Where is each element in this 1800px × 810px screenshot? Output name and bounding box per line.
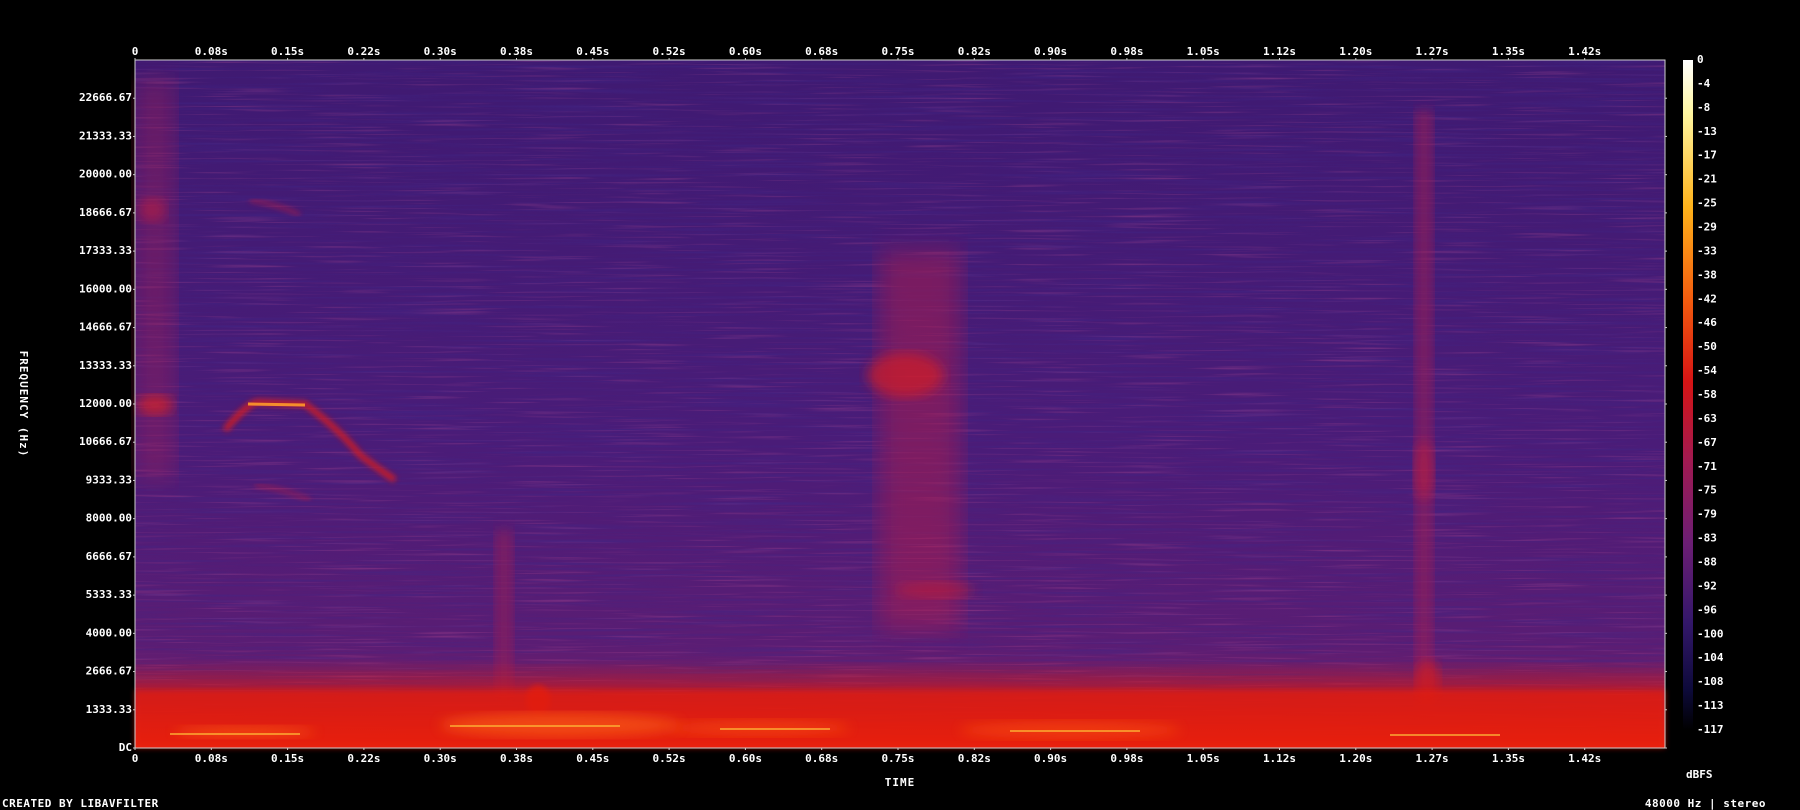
colorbar-tick: -17 xyxy=(1697,149,1717,162)
colorbar-tick: -83 xyxy=(1697,532,1717,545)
colorbar-tick: -104 xyxy=(1697,651,1724,664)
y-tick: 8000.00 xyxy=(86,512,132,525)
x-tick-top: 1.27s xyxy=(1416,45,1449,58)
y-tick: 9333.33 xyxy=(86,473,132,486)
x-tick-bottom: 0.08s xyxy=(195,752,228,765)
colorbar-tick: -117 xyxy=(1697,723,1724,736)
x-tick-top: 0.98s xyxy=(1110,45,1143,58)
x-tick-bottom: 0.30s xyxy=(424,752,457,765)
y-tick: 2666.67 xyxy=(86,665,132,678)
x-tick-bottom: 0.75s xyxy=(881,752,914,765)
x-tick-bottom: 0.60s xyxy=(729,752,762,765)
spectrogram-plot-area xyxy=(134,59,1666,749)
x-tick-bottom: 0.52s xyxy=(653,752,686,765)
colorbar-tick: -71 xyxy=(1697,460,1717,473)
x-tick-bottom: 0.82s xyxy=(958,752,991,765)
y-tick: 20000.00 xyxy=(79,168,132,181)
colorbar-tick: -113 xyxy=(1697,699,1724,712)
y-tick: 1333.33 xyxy=(86,703,132,716)
y-tick: 21333.33 xyxy=(79,129,132,142)
colorbar-tick: -4 xyxy=(1697,77,1711,90)
x-axis-top: 0 0.08s 0.15s 0.22s 0.30s 0.38s 0.45s 0.52s 0.60… xyxy=(132,45,1601,60)
colorbar-tick: -21 xyxy=(1697,173,1717,186)
y-tick: 5333.33 xyxy=(86,588,132,601)
y-tick: 10666.67 xyxy=(79,435,132,448)
colorbar-unit: dBFS xyxy=(1686,768,1713,781)
colorbar-tick: -38 xyxy=(1697,268,1717,281)
x-tick-bottom: 0.22s xyxy=(347,752,380,765)
x-tick-top: 1.05s xyxy=(1187,45,1220,58)
colorbar-tick: -67 xyxy=(1697,436,1717,449)
x-tick-top: 1.42s xyxy=(1568,45,1601,58)
y-tick: 17333.33 xyxy=(79,244,132,257)
colorbar-tick: -63 xyxy=(1697,412,1717,425)
x-tick-top: 0.30s xyxy=(424,45,457,58)
y-axis-title: FREQUENCY (Hz) xyxy=(17,351,30,458)
x-axis-title: TIME xyxy=(885,776,916,789)
y-tick: 18666.67 xyxy=(79,206,132,219)
colorbar-tick: -58 xyxy=(1697,388,1717,401)
y-tick: 12000.00 xyxy=(79,397,132,410)
x-tick-top: 0.60s xyxy=(729,45,762,58)
x-tick-top: 0.45s xyxy=(576,45,609,58)
x-tick-top: 0.90s xyxy=(1034,45,1067,58)
colorbar-tick: -75 xyxy=(1697,484,1717,497)
x-tick-top: 1.12s xyxy=(1263,45,1296,58)
x-tick-bottom: 0.38s xyxy=(500,752,533,765)
colorbar-tick: -13 xyxy=(1697,125,1717,138)
x-tick-bottom: 1.12s xyxy=(1263,752,1296,765)
colorbar-tick: -29 xyxy=(1697,221,1717,234)
y-axis-left: DC 1333.33 2666.67 4000.00 5333.33 6666.67 800… xyxy=(79,91,135,754)
y-tick: 22666.67 xyxy=(79,91,132,104)
x-tick-bottom: 0.45s xyxy=(576,752,609,765)
colorbar-tick: -96 xyxy=(1697,603,1717,616)
x-tick-bottom: 0.68s xyxy=(805,752,838,765)
colorbar-tick: -33 xyxy=(1697,244,1717,257)
x-tick-top: 0.52s xyxy=(653,45,686,58)
x-tick-bottom: 0.90s xyxy=(1034,752,1067,765)
x-tick-top: 0.75s xyxy=(881,45,914,58)
x-tick-top: 1.20s xyxy=(1339,45,1372,58)
footer-credit: CREATED BY LIBAVFILTER xyxy=(2,797,159,810)
colorbar-tick: -92 xyxy=(1697,579,1717,592)
colorbar-tick: -8 xyxy=(1697,101,1710,114)
colorbar-tick: -42 xyxy=(1697,292,1717,305)
y-tick: 6666.67 xyxy=(86,550,132,563)
x-tick-top: 0.15s xyxy=(271,45,304,58)
colorbar-tick: -50 xyxy=(1697,340,1717,353)
colorbar-tick: 0 xyxy=(1697,53,1704,66)
x-tick-bottom: 0.98s xyxy=(1110,752,1143,765)
colorbar-tick: -100 xyxy=(1697,627,1724,640)
colorbar-tick: -79 xyxy=(1697,508,1717,521)
x-tick-bottom: 0.15s xyxy=(271,752,304,765)
x-tick-top: 0 xyxy=(132,45,139,58)
colorbar-ticks: 0 -4 -8 -13 -17 -21 -25 -29 -33 -38 -42 -46 -50 -54 -5… xyxy=(1697,53,1724,736)
spectrogram-chart: 0 0.08s 0.15s 0.22s 0.30s 0.38s 0.45s 0.52s 0.60… xyxy=(17,45,1724,789)
x-tick-bottom: 1.35s xyxy=(1492,752,1525,765)
x-tick-bottom: 1.27s xyxy=(1416,752,1449,765)
colorbar-tick: -88 xyxy=(1697,556,1717,569)
x-tick-bottom: 0 xyxy=(132,752,139,765)
x-tick-bottom: 1.20s xyxy=(1339,752,1372,765)
footer-sample-info: 48000 Hz | stereo xyxy=(1644,797,1766,810)
y-tick: DC xyxy=(119,741,132,754)
colorbar-tick: -108 xyxy=(1697,675,1724,688)
x-tick-top: 0.08s xyxy=(195,45,228,58)
colorbar: 0 -4 -8 -13 -17 -21 -25 -29 -33 -38 -42 -46 -50 -54 -5… xyxy=(1683,53,1724,781)
y-tick: 16000.00 xyxy=(79,282,132,295)
y-tick: 13333.33 xyxy=(79,359,132,372)
x-tick-top: 0.68s xyxy=(805,45,838,58)
x-tick-bottom: 1.42s xyxy=(1568,752,1601,765)
colorbar-tick: -54 xyxy=(1697,364,1717,377)
x-tick-top: 0.82s xyxy=(958,45,991,58)
y-tick: 4000.00 xyxy=(86,626,132,639)
colorbar-tick: -46 xyxy=(1697,316,1717,329)
x-tick-bottom: 1.05s xyxy=(1187,752,1220,765)
y-tick: 14666.67 xyxy=(79,321,132,334)
x-tick-top: 1.35s xyxy=(1492,45,1525,58)
x-tick-top: 0.38s xyxy=(500,45,533,58)
colorbar-tick: -25 xyxy=(1697,197,1717,210)
x-tick-top: 0.22s xyxy=(347,45,380,58)
x-axis-bottom: 0 0.08s 0.15s 0.22s 0.30s 0.38s 0.45s 0.52s 0.60… xyxy=(132,748,1601,765)
